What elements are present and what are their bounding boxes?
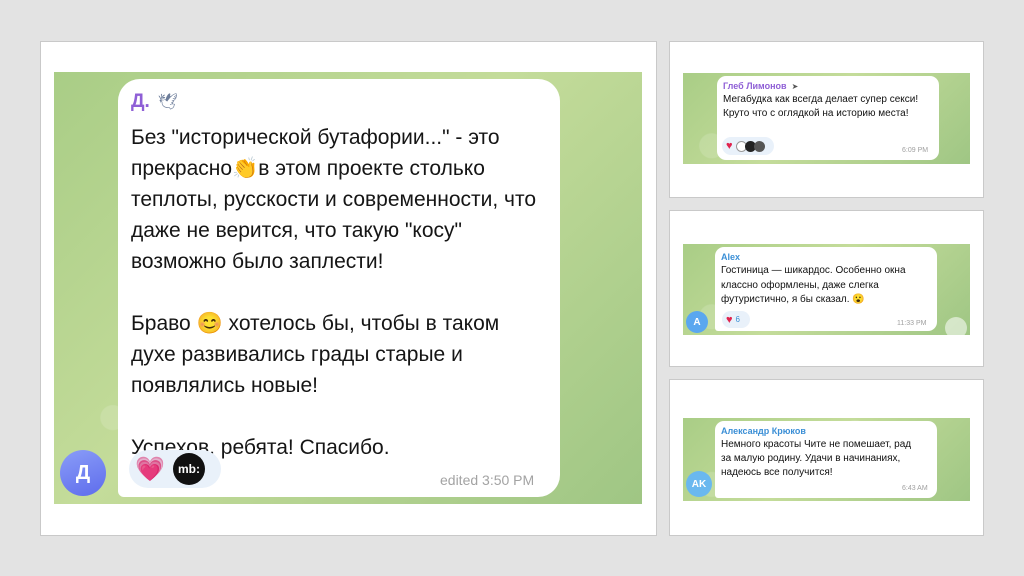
message-time: edited 3:50 PM (440, 472, 535, 488)
mb-badge: mb: (173, 453, 205, 485)
main-post-card: Д Д. 🕊 Без "исторической бутафории..." -… (40, 41, 657, 536)
message-author-row: Д. 🕊 (131, 91, 546, 113)
comment-card-3: AK Александр Крюков Немного красоты Чите… (669, 379, 984, 536)
reaction-avatar-icon (753, 140, 765, 152)
comment-author-name[interactable]: Alex (721, 252, 931, 262)
reaction-pill[interactable]: 💗 mb: (129, 450, 221, 488)
chat-background: AK Александр Крюков Немного красоты Чите… (683, 418, 970, 501)
comment-text: Гостиница — шикардос. Особенно окна клас… (721, 265, 906, 305)
comment-bubble: Alex Гостиница — шикардос. Особенно окна… (715, 247, 937, 331)
comment-bubble: Александр Крюков Немного красоты Чите не… (715, 421, 937, 498)
message-paragraph: Без "исторической бутафории..." - это пр… (131, 126, 537, 273)
author-status-icon: 🕊 (157, 94, 179, 111)
comment-card-1: Глеб Лимонов ➤ Мегабудка как всегда дела… (669, 41, 984, 198)
comment-bubble: Глеб Лимонов ➤ Мегабудка как всегда дела… (717, 76, 939, 160)
comment-time: 6:43 AM (902, 485, 928, 492)
chat-background: Д Д. 🕊 Без "исторической бутафории..." -… (54, 72, 642, 504)
message-bubble: Д. 🕊 Без "исторической бутафории..." - э… (118, 79, 560, 497)
chat-background: A Alex Гостиница — шикардос. Особенно ок… (683, 244, 970, 335)
comment-author-name[interactable]: Александр Крюков (721, 426, 931, 436)
reaction-pill[interactable]: ♥ 6 (722, 311, 750, 328)
reaction-count: 6 (735, 315, 740, 324)
pointer-icon: ➤ (791, 81, 799, 91)
author-avatar[interactable]: Д (60, 450, 106, 496)
comment-time: 11:33 PM (897, 320, 927, 327)
chat-background: Глеб Лимонов ➤ Мегабудка как всегда дела… (683, 73, 970, 164)
heart-icon: ♥ (726, 140, 733, 152)
message-author-name[interactable]: Д. (131, 91, 150, 113)
comment-text: Мегабудка как всегда делает супер секси!… (723, 94, 919, 119)
comment-card-2: A Alex Гостиница — шикардос. Особенно ок… (669, 210, 984, 367)
heart-icon: ♥ (726, 313, 733, 326)
comment-author-name[interactable]: Глеб Лимонов (723, 81, 787, 91)
comment-time: 6:09 PM (902, 147, 929, 154)
comment-text: Немного красоты Чите не помешает, рад за… (721, 439, 912, 478)
message-text: Без "исторической бутафории..." - это пр… (131, 122, 546, 463)
heart-reaction-icon: 💗 (135, 455, 165, 483)
reaction-pill[interactable]: ♥ (722, 137, 774, 155)
share-button[interactable] (945, 317, 967, 335)
author-avatar[interactable]: A (686, 311, 708, 333)
author-avatar[interactable]: AK (686, 471, 712, 497)
message-paragraph: Браво 😊 хотелось бы, чтобы в таком духе … (131, 312, 500, 397)
